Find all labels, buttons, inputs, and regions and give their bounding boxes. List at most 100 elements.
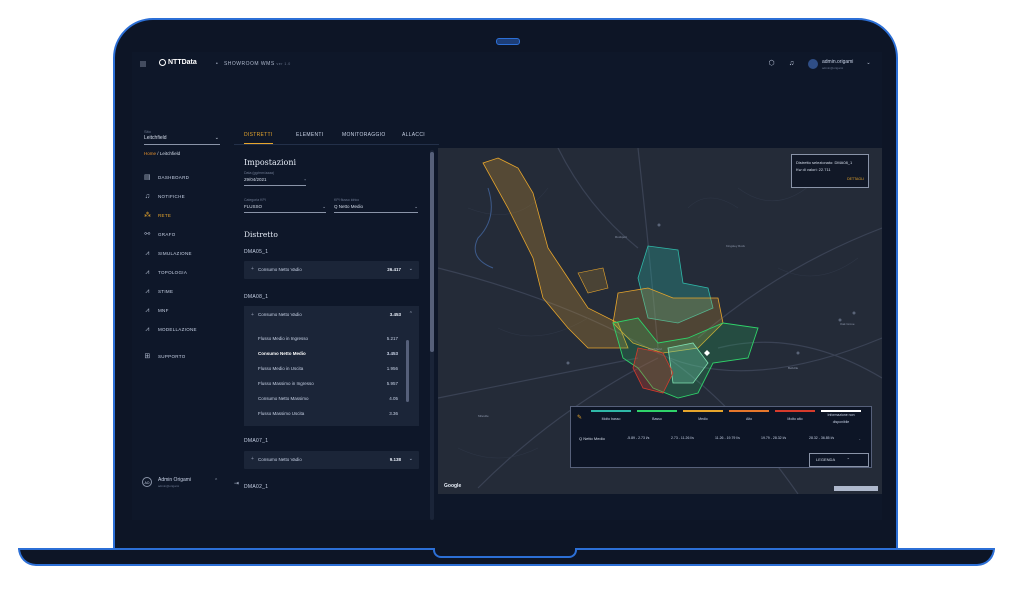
laptop-camera	[496, 38, 520, 45]
kpi-row-label: Flusso Medio in Uscita	[258, 366, 304, 371]
district-card[interactable]: + Consumo Netto Vadio 9.138 ⌄	[244, 451, 419, 469]
district-title: Distretto	[244, 230, 278, 239]
user-name[interactable]: admin.origami	[822, 59, 853, 65]
calendar-icon[interactable]: ▫	[304, 177, 306, 182]
district-card[interactable]: + Consumo Netto Vadio 26.417 ⌄	[244, 261, 419, 279]
bell-icon[interactable]: ♫	[788, 60, 795, 67]
legend-value: 19.79 - 28.32 l/s	[761, 436, 787, 440]
chevron-down-icon[interactable]: ⌄	[865, 60, 872, 67]
kpi-value: Q Netto Medio	[334, 204, 364, 209]
legend-toggle-button[interactable]: LEGENDA ⌃	[809, 453, 869, 467]
kpi-row: Flusso Medio in Ingresso 5.217	[258, 336, 398, 346]
cube-icon[interactable]: ⬡	[768, 60, 775, 67]
chevron-up-icon[interactable]: ⌃	[214, 478, 218, 484]
kpi-row-value: 5.957	[386, 381, 398, 386]
legend-header: Molto alto	[775, 410, 815, 428]
legend-value: -5.89 - 2.73 l/s	[627, 436, 650, 440]
date-label: Data (gg/mm/aaaa)	[244, 171, 275, 175]
legend-value: 11.26 - 19.79 l/s	[715, 436, 740, 440]
sidebar-item-stime[interactable]: ⩘ STIME	[144, 282, 224, 301]
legend-header: Informazione non disponibile	[821, 410, 861, 428]
kpi-row-label: Consumo Netto Medio	[258, 351, 306, 356]
collapse-icon: +	[251, 312, 254, 318]
avatar[interactable]	[808, 59, 818, 69]
user-email: admin@origami	[822, 66, 844, 70]
breadcrumb-home[interactable]: Home	[144, 151, 156, 156]
expand-icon: +	[251, 266, 254, 272]
kpi-row: Flusso Massimo in Ingresso 5.957	[258, 381, 398, 391]
support-icon: ⊞	[144, 353, 151, 360]
bell-icon: ♫	[144, 193, 151, 200]
chart-icon: ⩘	[145, 269, 150, 276]
site-value: Leitchfield	[144, 135, 167, 141]
tab-allacci[interactable]: ALLACCI	[402, 132, 425, 143]
apps-grid-icon[interactable]	[140, 61, 146, 67]
details-link[interactable]: DETTAGLI	[847, 177, 864, 181]
district-name: DMA08_1	[244, 294, 269, 300]
tab-monitoraggio[interactable]: MONITORAGGIO	[342, 132, 386, 143]
district-panel: Impostazioni Data (gg/mm/aaaa) 29/04/202…	[234, 148, 437, 520]
kpi-label: Consumo Netto Vadio	[258, 267, 302, 272]
sidebar-item-topologia[interactable]: ⩘ TOPOLOGIA	[144, 263, 224, 282]
dashboard-icon: ▤	[144, 174, 151, 181]
pin-icon[interactable]: ✎	[577, 414, 582, 421]
brand-mark-icon	[159, 59, 166, 66]
tab-distretti[interactable]: DISTRETTI	[244, 132, 273, 144]
map-town-label: Rockport	[615, 235, 628, 239]
map-attribution[interactable]	[834, 486, 878, 491]
site-label: Sito	[144, 129, 151, 134]
brand-logo[interactable]: NTTData	[159, 59, 197, 66]
sidebar-item-grafo[interactable]: ⚯ GRAFO	[144, 225, 224, 244]
sidebar-item-modellazione[interactable]: ⩘ MODELLAZIONE	[144, 320, 224, 339]
chevron-down-icon: ⌄	[214, 135, 219, 141]
kpi-value: 9.138	[389, 457, 401, 462]
legend-header: Molto basso	[591, 410, 631, 428]
district-name: DMA05_1	[244, 249, 269, 255]
chevron-up-icon[interactable]: ⌃	[409, 311, 413, 317]
card-scrollbar[interactable]	[406, 340, 409, 402]
district-map[interactable]: Rockport Kingsley Rock Oak Grove Bellvil…	[438, 148, 882, 494]
sidebar-item-supporto[interactable]: ⊞ SUPPORTO	[144, 347, 224, 366]
date-value: 29/04/2021	[244, 177, 267, 182]
sidebar-item-dashboard[interactable]: ▤ DASHBOARD	[144, 168, 224, 187]
sidebar-item-label: TOPOLOGIA	[158, 270, 188, 275]
sidebar-user[interactable]: AO Admin Origami admin@origami ⌃	[142, 476, 227, 490]
kpi-row: Flusso Massimo Uscita 3.36	[258, 411, 398, 421]
legend-header: Medio	[683, 410, 723, 428]
chevron-down-icon[interactable]: ⌄	[409, 266, 413, 272]
popup-title: Distretto selezionato: DMA08_1	[796, 160, 853, 165]
top-bar: NTTData • SHOWROOM WMS ver 1.0 ⬡ ♫ admin…	[132, 52, 882, 76]
category-select[interactable]: FLUSSO ⌄	[244, 204, 326, 213]
sidebar-nav: ▤ DASHBOARD ♫ NOTIFICHE ⁂ RETE ⚯ GRAFO ⩘ SIMU…	[144, 168, 224, 366]
sidebar-item-mnf[interactable]: ⩘ MNF	[144, 301, 224, 320]
settings-title: Impostazioni	[244, 158, 297, 167]
kpi-row-value: 3.36	[389, 411, 398, 416]
date-field[interactable]: 29/04/2021 ▫	[244, 177, 306, 186]
map-town-label: Kingsley Rock	[726, 244, 746, 248]
sidebar-item-label: MNF	[158, 308, 169, 313]
kpi-select[interactable]: Q Netto Medio ⌄	[334, 204, 418, 213]
district-area-yellow	[482, 157, 629, 349]
sidebar-item-notifiche[interactable]: ♫ NOTIFICHE	[144, 187, 224, 206]
sidebar-item-label: SUPPORTO	[158, 354, 186, 359]
panel-scrollbar[interactable]	[430, 152, 434, 352]
sidebar-item-simulazione[interactable]: ⩘ SIMULAZIONE	[144, 244, 224, 263]
chart-icon: ⩘	[145, 307, 150, 314]
site-select[interactable]: Leitchfield ⌄	[144, 135, 220, 145]
breadcrumb-current: Leitchfield	[159, 151, 181, 156]
legend-row-label: Q Netto Medio	[579, 436, 605, 441]
district-card-expanded[interactable]: + Consumo Netto Vadio 3.453 ⌃ Flusso Med…	[244, 306, 419, 426]
sidebar-item-rete[interactable]: ⁂ RETE	[144, 206, 224, 225]
expand-icon: +	[251, 456, 254, 462]
map-town-label: Bellville	[788, 366, 799, 370]
district-popup: Distretto selezionato: DMA08_1 Kw di val…	[791, 154, 869, 188]
chevron-down-icon[interactable]: ⌄	[409, 456, 413, 462]
kpi-row: Consumo Netto Medio 3.453	[258, 351, 398, 361]
sidebar: Sito Leitchfield ⌄ Home / Leitchfield ▤ D…	[132, 128, 227, 520]
tab-elementi[interactable]: ELEMENTI	[296, 132, 323, 143]
chart-icon: ⩘	[145, 288, 150, 295]
kpi-row-value: 1.956	[386, 366, 398, 371]
tab-divider	[234, 144, 439, 145]
map-legend: ✎ Molto basso Basso Medio Alto Molto alt…	[570, 406, 872, 468]
kpi-row-value: 3.453	[386, 351, 398, 356]
